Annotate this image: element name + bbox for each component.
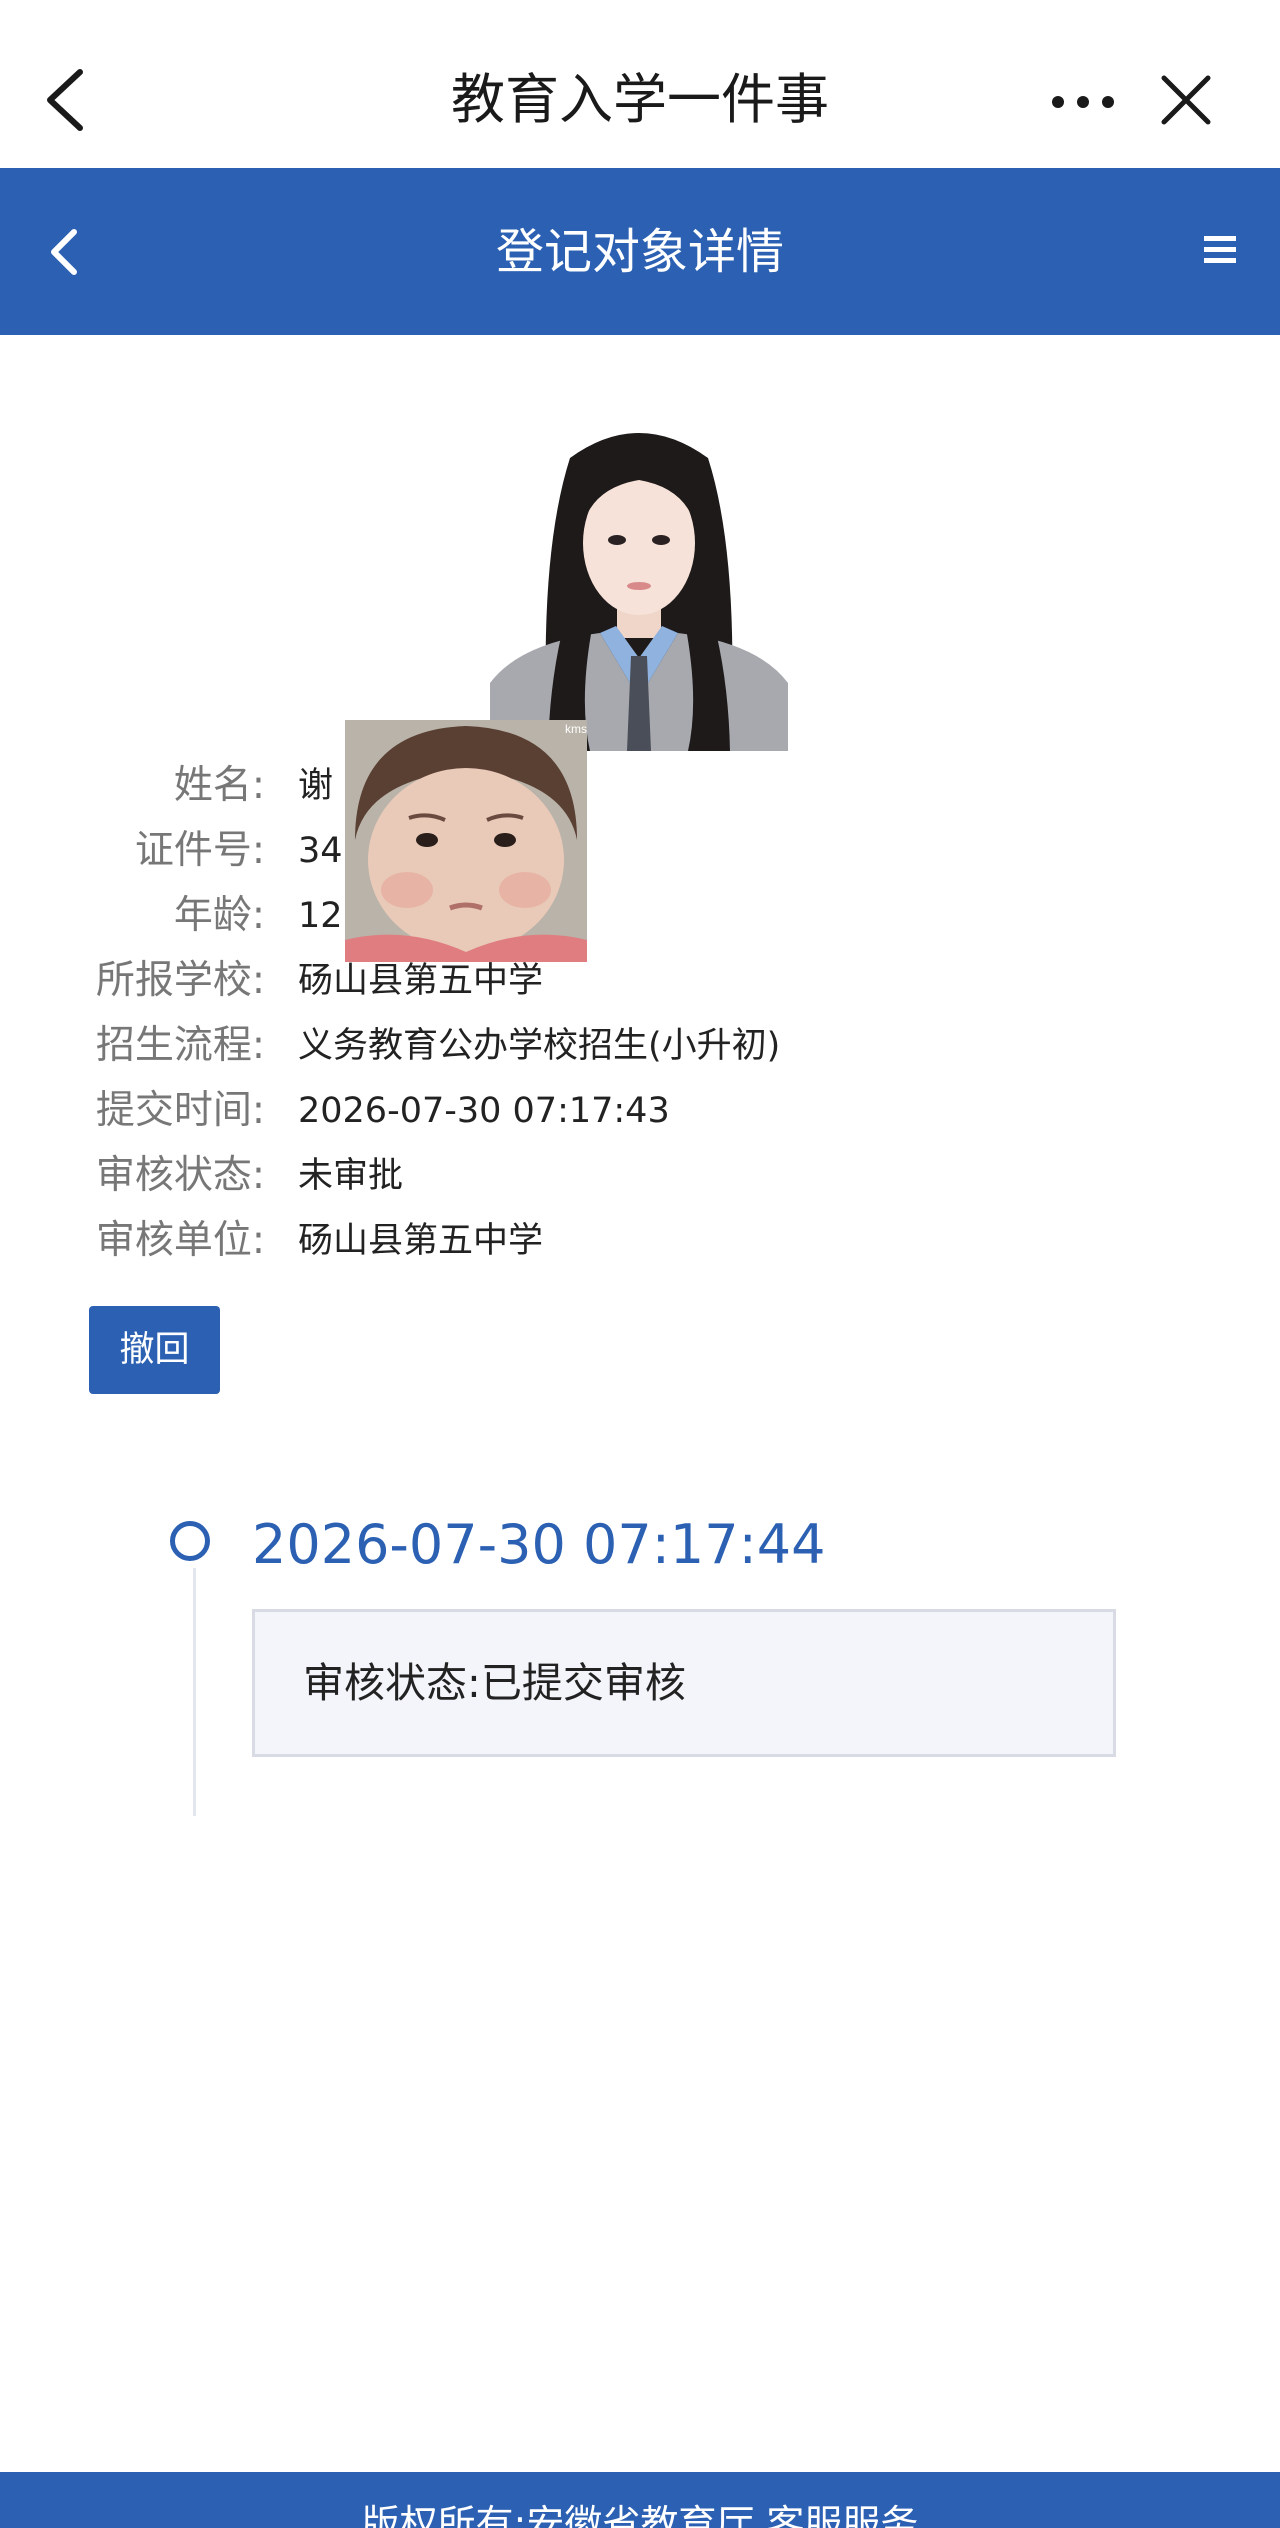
info-row-submit-time: 提交时间: 2026-07-30 07:17:43 (0, 1081, 1280, 1141)
submit-time-label: 提交时间: (95, 1088, 265, 1133)
age-label: 年龄: (173, 893, 265, 938)
info-row-age: 年龄: 12( 女 (0, 886, 1280, 946)
review-status-value: 未审批 (298, 1156, 404, 1196)
timeline-time: 2026-07-30 07:17:44 (252, 1513, 826, 1576)
info-row-id: 证件号: 34 1545 (0, 821, 1280, 881)
more-button[interactable] (1048, 82, 1118, 122)
timeline-status-text: 审核状态:已提交审核 (303, 1659, 686, 1707)
footer: 版权所有:安徽省教育厅 客服服务 (0, 2472, 1280, 2528)
baby-sticker-image (345, 720, 587, 962)
review-unit-value: 砀山县第五中学 (298, 1221, 544, 1261)
info-row-process: 招生流程: 义务教育公办学校招生(小升初) (0, 1016, 1280, 1076)
page-root: 教育入学一件事 登记对象详情 姓名: 谢 证件号: 34 年龄: 12(所报学… (0, 0, 1280, 2528)
page-title: 登记对象详情 (495, 224, 784, 280)
info-row-review-unit: 审核单位: 砀山县第五中学 (0, 1211, 1280, 1271)
footer-text: 版权所有:安徽省教育厅 客服服务 (361, 2502, 919, 2528)
info-row-name: 姓名: 谢 (0, 756, 1280, 816)
hamburger-menu-icon (1204, 236, 1236, 263)
info-row-school: 所报学校: 砀山县第五中学 (0, 951, 1280, 1011)
app-nav-bar: 教育入学一件事 (0, 0, 1280, 168)
page-header: 登记对象详情 (0, 168, 1280, 335)
submit-time-value: 2026-07-30 07:17:43 (298, 1091, 670, 1131)
info-row-review-status: 审核状态: 未审批 (0, 1146, 1280, 1206)
name-label: 姓名: (173, 763, 265, 808)
review-unit-label: 审核单位: (95, 1218, 265, 1263)
close-button[interactable] (1156, 70, 1216, 130)
name-value: 谢 (298, 766, 334, 806)
process-label: 招生流程: (95, 1023, 265, 1068)
school-label: 所报学校: (95, 958, 265, 1003)
sticker-watermark: kms (565, 722, 587, 736)
timeline-dot-icon (170, 1521, 210, 1561)
close-icon (1161, 75, 1211, 125)
overlay-sticker: kms (345, 720, 587, 962)
header-menu-button[interactable] (1200, 230, 1240, 270)
portrait-image (490, 418, 788, 751)
more-dots-icon (1052, 96, 1114, 108)
review-status-label: 审核状态: (95, 1153, 265, 1198)
withdraw-button[interactable]: 撤回 (89, 1306, 220, 1394)
process-value: 义务教育公办学校招生(小升初) (298, 1026, 781, 1066)
timeline-line (193, 1568, 196, 1816)
timeline-card: 审核状态:已提交审核 (252, 1609, 1116, 1757)
student-photo (490, 418, 788, 751)
id-number-label: 证件号: (134, 828, 265, 873)
